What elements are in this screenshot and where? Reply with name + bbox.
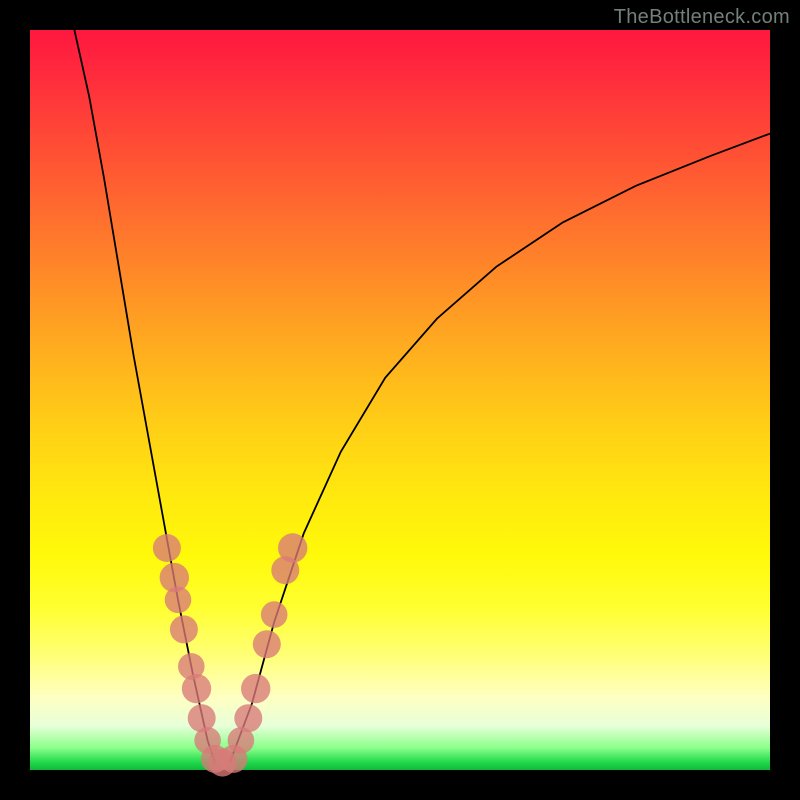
data-marker [253, 630, 281, 658]
data-marker [182, 674, 211, 703]
data-marker [153, 534, 181, 562]
data-marker [165, 587, 192, 614]
chart-container: TheBottleneck.com [0, 0, 800, 800]
data-marker [278, 533, 307, 562]
data-marker [261, 601, 288, 628]
plot-area [30, 30, 770, 770]
markers-group [153, 533, 308, 776]
curve-right-branch [230, 134, 770, 763]
curve-svg [30, 30, 770, 770]
data-marker [234, 704, 262, 732]
data-marker [170, 615, 198, 643]
curve-left-branch [74, 30, 215, 763]
data-marker [241, 674, 270, 703]
watermark-text: TheBottleneck.com [614, 6, 790, 29]
